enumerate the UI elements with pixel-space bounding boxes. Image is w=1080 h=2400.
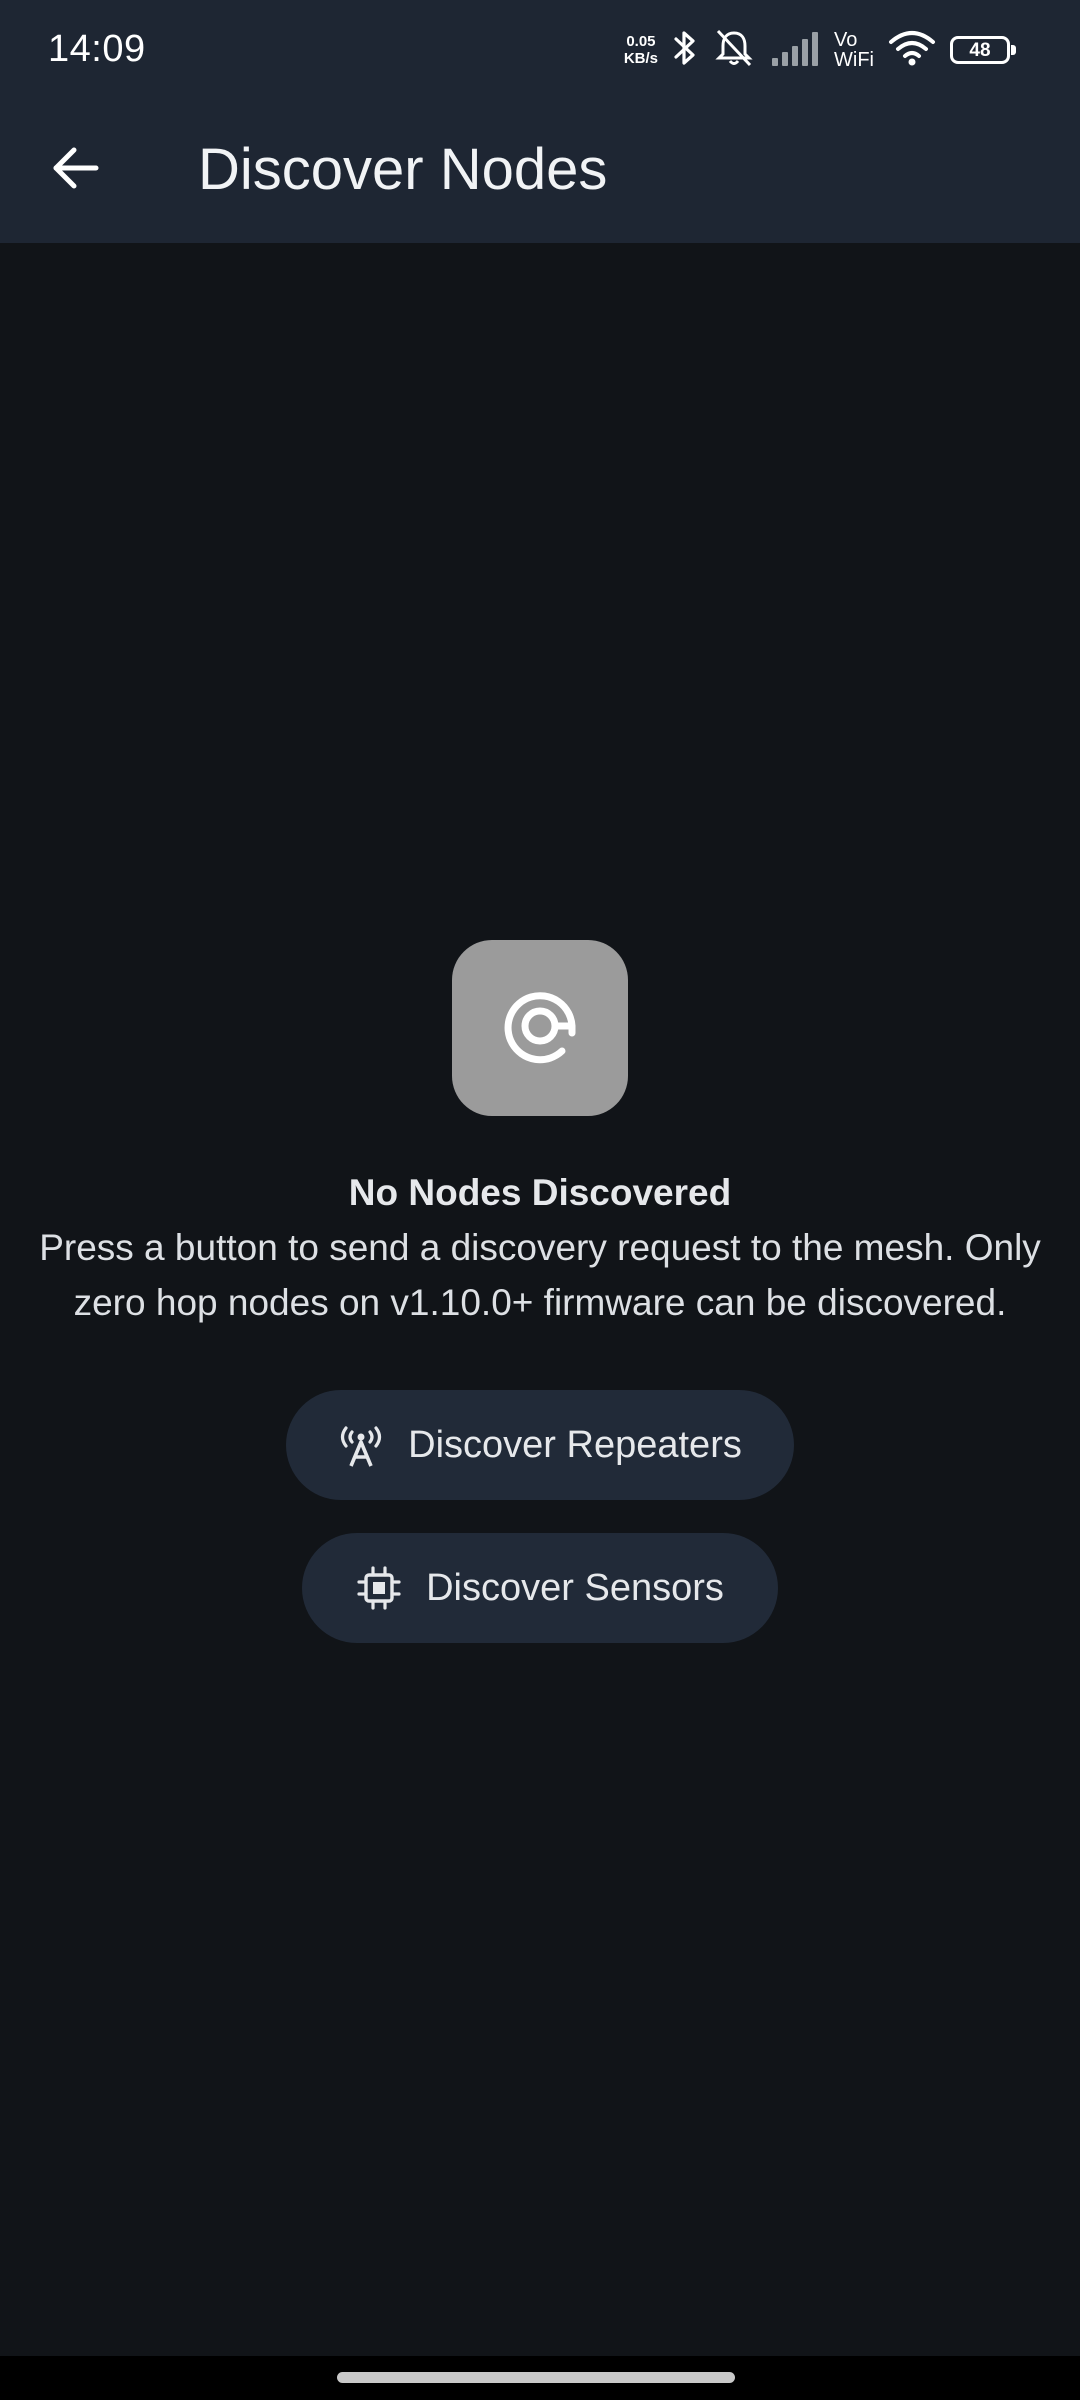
- vowifi-bottom: WiFi: [834, 49, 874, 71]
- status-time: 14:09: [48, 28, 146, 70]
- page-title: Discover Nodes: [198, 137, 608, 202]
- navigation-bar: [0, 2356, 1080, 2400]
- status-icons: 0.05 KB/s Vo WiFi 48: [624, 26, 1016, 74]
- network-speed-unit: KB/s: [623, 50, 659, 67]
- radar-icon: [500, 986, 580, 1071]
- status-bar: 14:09 0.05 KB/s Vo WiFi 48: [0, 0, 1080, 100]
- app-bar: Discover Nodes: [0, 100, 1080, 243]
- network-speed-value: 0.05: [626, 33, 656, 50]
- top-area: 14:09 0.05 KB/s Vo WiFi 48 Discover Node…: [0, 0, 1080, 243]
- wifi-icon: [888, 28, 936, 73]
- discover-sensors-label: Discover Sensors: [426, 1566, 724, 1609]
- empty-state: No Nodes Discovered Press a button to se…: [0, 940, 1080, 1643]
- home-indicator[interactable]: [337, 2372, 735, 2383]
- battery-icon: 48: [950, 36, 1016, 64]
- empty-state-description: Press a button to send a discovery reque…: [39, 1227, 1041, 1323]
- battery-level: 48: [969, 39, 991, 61]
- vowifi-indicator: Vo WiFi: [834, 30, 874, 70]
- empty-state-icon-container: [452, 940, 628, 1116]
- bluetooth-icon: [672, 28, 698, 73]
- discover-repeaters-label: Discover Repeaters: [408, 1423, 742, 1466]
- radio-tower-icon: [338, 1422, 384, 1468]
- discover-repeaters-button[interactable]: Discover Repeaters: [286, 1390, 794, 1500]
- bell-muted-icon: [712, 27, 756, 74]
- vowifi-top: Vo: [834, 29, 858, 51]
- network-speed: 0.05 KB/s: [624, 33, 658, 67]
- discover-sensors-button[interactable]: Discover Sensors: [302, 1533, 778, 1643]
- empty-state-title: No Nodes Discovered: [348, 1172, 732, 1213]
- chip-icon: [356, 1565, 402, 1611]
- signal-strength-icon: [770, 28, 820, 73]
- arrow-back-icon: [50, 142, 102, 199]
- back-button[interactable]: [36, 130, 116, 210]
